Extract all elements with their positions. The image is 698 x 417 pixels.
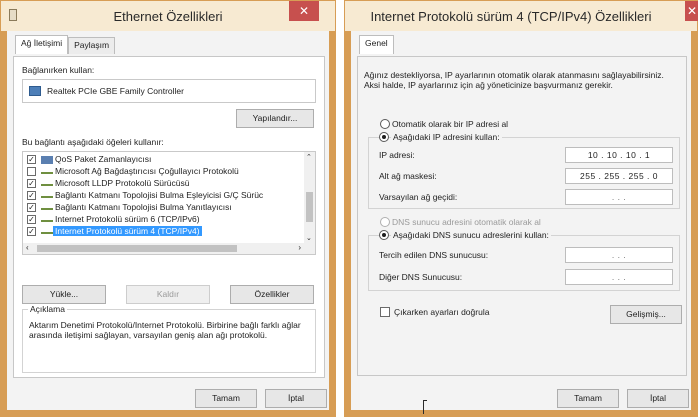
title-bar[interactable]: Internet Protokolü sürüm 4 (TCP/IPv4) Öz… xyxy=(345,1,698,31)
description-title: Açıklama xyxy=(28,304,67,314)
manual-dns-label[interactable]: Aşağıdaki DNS sunucu adreslerini kullan: xyxy=(391,230,551,240)
ip-address-field[interactable]: 10 . 10 . 10 . 1 xyxy=(565,147,673,163)
ip-address-label: IP adresi: xyxy=(379,150,415,160)
tab-panel: Ağınız destekliyorsa, IP ayarlarının oto… xyxy=(357,56,687,376)
validate-label[interactable]: Çıkarken ayarları doğrula xyxy=(394,307,489,317)
ok-button[interactable]: Tamam xyxy=(557,389,619,408)
preferred-dns-field[interactable]: . . . xyxy=(565,247,673,263)
horizontal-scrollbar[interactable]: ‹ › xyxy=(23,243,315,254)
adapter-name: Realtek PCIe GBE Family Controller xyxy=(47,86,184,96)
close-icon: ✕ xyxy=(686,4,698,18)
adapter-box: Realtek PCIe GBE Family Controller xyxy=(22,79,316,103)
network-adapter-icon xyxy=(29,86,41,96)
scroll-up-icon[interactable]: ⌃ xyxy=(306,153,312,161)
tab-strip: Genel xyxy=(359,35,394,54)
scroll-thumb[interactable] xyxy=(37,245,237,252)
tab-networking[interactable]: Ağ İletişimi xyxy=(15,35,69,54)
item-label: Microsoft Ağ Bağdaştırıcısı Çoğullayıcı … xyxy=(55,166,239,176)
configure-button[interactable]: Yapılandır... xyxy=(236,109,314,128)
scroll-right-icon[interactable]: › xyxy=(298,243,301,252)
protocol-icon xyxy=(41,196,53,198)
default-gateway-field[interactable]: . . . xyxy=(565,189,673,205)
item-label: QoS Paket Zamanlayıcısı xyxy=(55,154,152,164)
scroll-down-icon[interactable]: ⌄ xyxy=(306,234,312,242)
protocol-icon xyxy=(41,208,53,210)
item-checkbox[interactable]: ✓ xyxy=(27,227,36,236)
alternate-dns-label: Diğer DNS Sunucusu: xyxy=(379,272,463,282)
description-group: Açıklama Aktarım Denetimi Protokolü/Inte… xyxy=(22,304,316,373)
item-label: Bağlantı Katmanı Topolojisi Bulma Eşleyi… xyxy=(55,190,264,200)
item-label: Internet Protokolü sürüm 6 (TCP/IPv6) xyxy=(55,214,200,224)
close-button[interactable]: ✕ xyxy=(289,1,319,21)
cancel-button[interactable]: İptal xyxy=(627,389,689,408)
auto-dns-label[interactable]: DNS sunucu adresini otomatik olarak al xyxy=(392,217,541,227)
item-label: Internet Protokolü sürüm 4 (TCP/IPv4) xyxy=(53,226,202,236)
intro-text: Ağınız destekliyorsa, IP ayarlarının oto… xyxy=(364,70,664,90)
dialog-body: Genel Ağınız destekliyorsa, IP ayarların… xyxy=(351,31,691,410)
tab-panel: Bağlanırken kullan: Realtek PCIe GBE Fam… xyxy=(13,56,325,378)
text-cursor-icon xyxy=(423,400,424,414)
item-label: Bağlantı Katmanı Topolojisi Bulma Yanıtl… xyxy=(55,202,232,212)
close-icon: ✕ xyxy=(298,4,310,18)
item-checkbox[interactable]: ✓ xyxy=(27,155,36,164)
advanced-button[interactable]: Gelişmiş... xyxy=(610,305,682,324)
qos-icon xyxy=(41,156,53,164)
protocol-icon xyxy=(41,184,53,186)
auto-ip-radio[interactable] xyxy=(380,119,390,129)
scroll-thumb[interactable] xyxy=(306,192,313,222)
ipv4-properties-window: Internet Protokolü sürüm 4 (TCP/IPv4) Öz… xyxy=(344,0,698,417)
item-label: Microsoft LLDP Protokolü Sürücüsü xyxy=(55,178,190,188)
auto-ip-label[interactable]: Otomatik olarak bir IP adresi al xyxy=(392,119,508,129)
window-title: Internet Protokolü sürüm 4 (TCP/IPv4) Öz… xyxy=(370,9,652,24)
auto-dns-radio[interactable] xyxy=(380,217,390,227)
tab-sharing[interactable]: Paylaşım xyxy=(68,37,116,54)
title-bar[interactable]: Ethernet Özellikleri ✕ xyxy=(1,1,335,31)
item-checkbox[interactable]: ✓ xyxy=(27,203,36,212)
item-checkbox[interactable] xyxy=(27,167,36,176)
remove-button[interactable]: Kaldır xyxy=(126,285,210,304)
item-checkbox[interactable]: ✓ xyxy=(27,215,36,224)
description-text: Aktarım Denetimi Protokolü/Internet Prot… xyxy=(29,320,301,340)
cancel-button[interactable]: İptal xyxy=(265,389,327,408)
ok-button[interactable]: Tamam xyxy=(195,389,257,408)
item-checkbox[interactable]: ✓ xyxy=(27,191,36,200)
text-cursor-icon-top xyxy=(423,400,427,401)
ethernet-properties-window: Ethernet Özellikleri ✕ Ağ İletişimi Payla… xyxy=(0,0,336,417)
properties-button[interactable]: Özellikler xyxy=(230,285,314,304)
alternate-dns-field[interactable]: . . . xyxy=(565,269,673,285)
protocol-icon xyxy=(41,172,53,174)
subnet-mask-label: Alt ağ maskesi: xyxy=(379,171,437,181)
dns-group: Aşağıdaki DNS sunucu adreslerini kullan:… xyxy=(368,230,680,291)
subnet-mask-field[interactable]: 255 . 255 . 255 . 0 xyxy=(565,168,673,184)
components-list[interactable]: ✓ QoS Paket Zamanlayıcısı Microsoft Ağ B… xyxy=(22,151,316,255)
protocol-icon xyxy=(41,232,53,234)
dialog-body: Ağ İletişimi Paylaşım Bağlanırken kullan:… xyxy=(7,31,329,410)
scroll-left-icon[interactable]: ‹ xyxy=(26,243,29,252)
vertical-scrollbar[interactable]: ⌃ ⌄ xyxy=(304,152,315,243)
items-label: Bu bağlantı aşağıdaki öğeleri kullanır: xyxy=(22,137,164,147)
protocol-icon xyxy=(41,220,53,222)
manual-ip-label[interactable]: Aşağıdaki IP adresini kullan: xyxy=(391,132,502,142)
window-title: Ethernet Özellikleri xyxy=(113,9,223,24)
validate-checkbox[interactable] xyxy=(380,307,390,317)
ip-group: Aşağıdaki IP adresini kullan: IP adresi:… xyxy=(368,132,680,209)
manual-dns-radio[interactable] xyxy=(379,230,389,240)
close-button[interactable]: ✕ xyxy=(685,1,698,21)
connect-using-label: Bağlanırken kullan: xyxy=(22,65,95,75)
item-checkbox[interactable]: ✓ xyxy=(27,179,36,188)
preferred-dns-label: Tercih edilen DNS sunucusu: xyxy=(379,250,489,260)
manual-ip-radio[interactable] xyxy=(379,132,389,142)
tab-strip: Ağ İletişimi Paylaşım xyxy=(15,35,116,54)
install-button[interactable]: Yükle... xyxy=(22,285,106,304)
tab-general[interactable]: Genel xyxy=(359,35,394,54)
default-gateway-label: Varsayılan ağ geçidi: xyxy=(379,192,458,202)
